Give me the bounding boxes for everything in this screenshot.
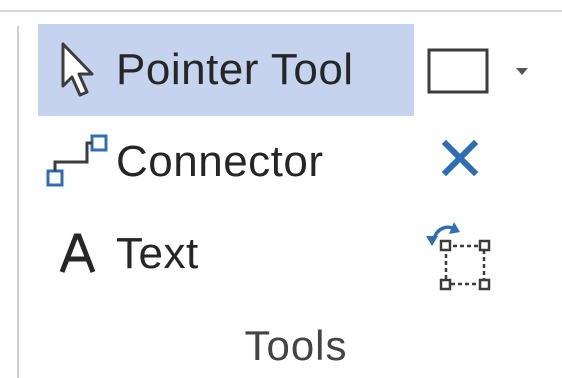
connector-icon — [38, 116, 116, 208]
connector-tool-label: Connector — [116, 137, 324, 186]
tools-group-label: Tools — [244, 322, 348, 369]
text-tool-label: Text — [116, 229, 199, 278]
rotate-position-icon — [420, 216, 496, 297]
dropdown-arrow-icon — [514, 63, 530, 81]
text-tool-button[interactable]: Text — [38, 208, 414, 300]
group-left-divider — [17, 26, 19, 378]
text-a-icon — [38, 208, 116, 300]
pointer-tool-label: Pointer Tool — [116, 45, 354, 94]
visio-tools-group: Pointer Tool Connector Text Tools — [0, 0, 562, 378]
rectangle-shape-button[interactable] — [422, 44, 494, 102]
connector-tool-button[interactable]: Connector — [38, 116, 414, 208]
ribbon-top-divider — [0, 10, 562, 12]
pointer-arrow-icon — [38, 24, 116, 116]
delete-x-icon — [440, 138, 480, 183]
pointer-tool-button[interactable]: Pointer Tool — [38, 24, 414, 116]
shape-dropdown-button[interactable] — [508, 58, 536, 86]
rectangle-shape-icon — [426, 47, 490, 100]
delete-connection-button[interactable] — [428, 130, 492, 190]
rotate-position-button[interactable] — [418, 216, 498, 296]
